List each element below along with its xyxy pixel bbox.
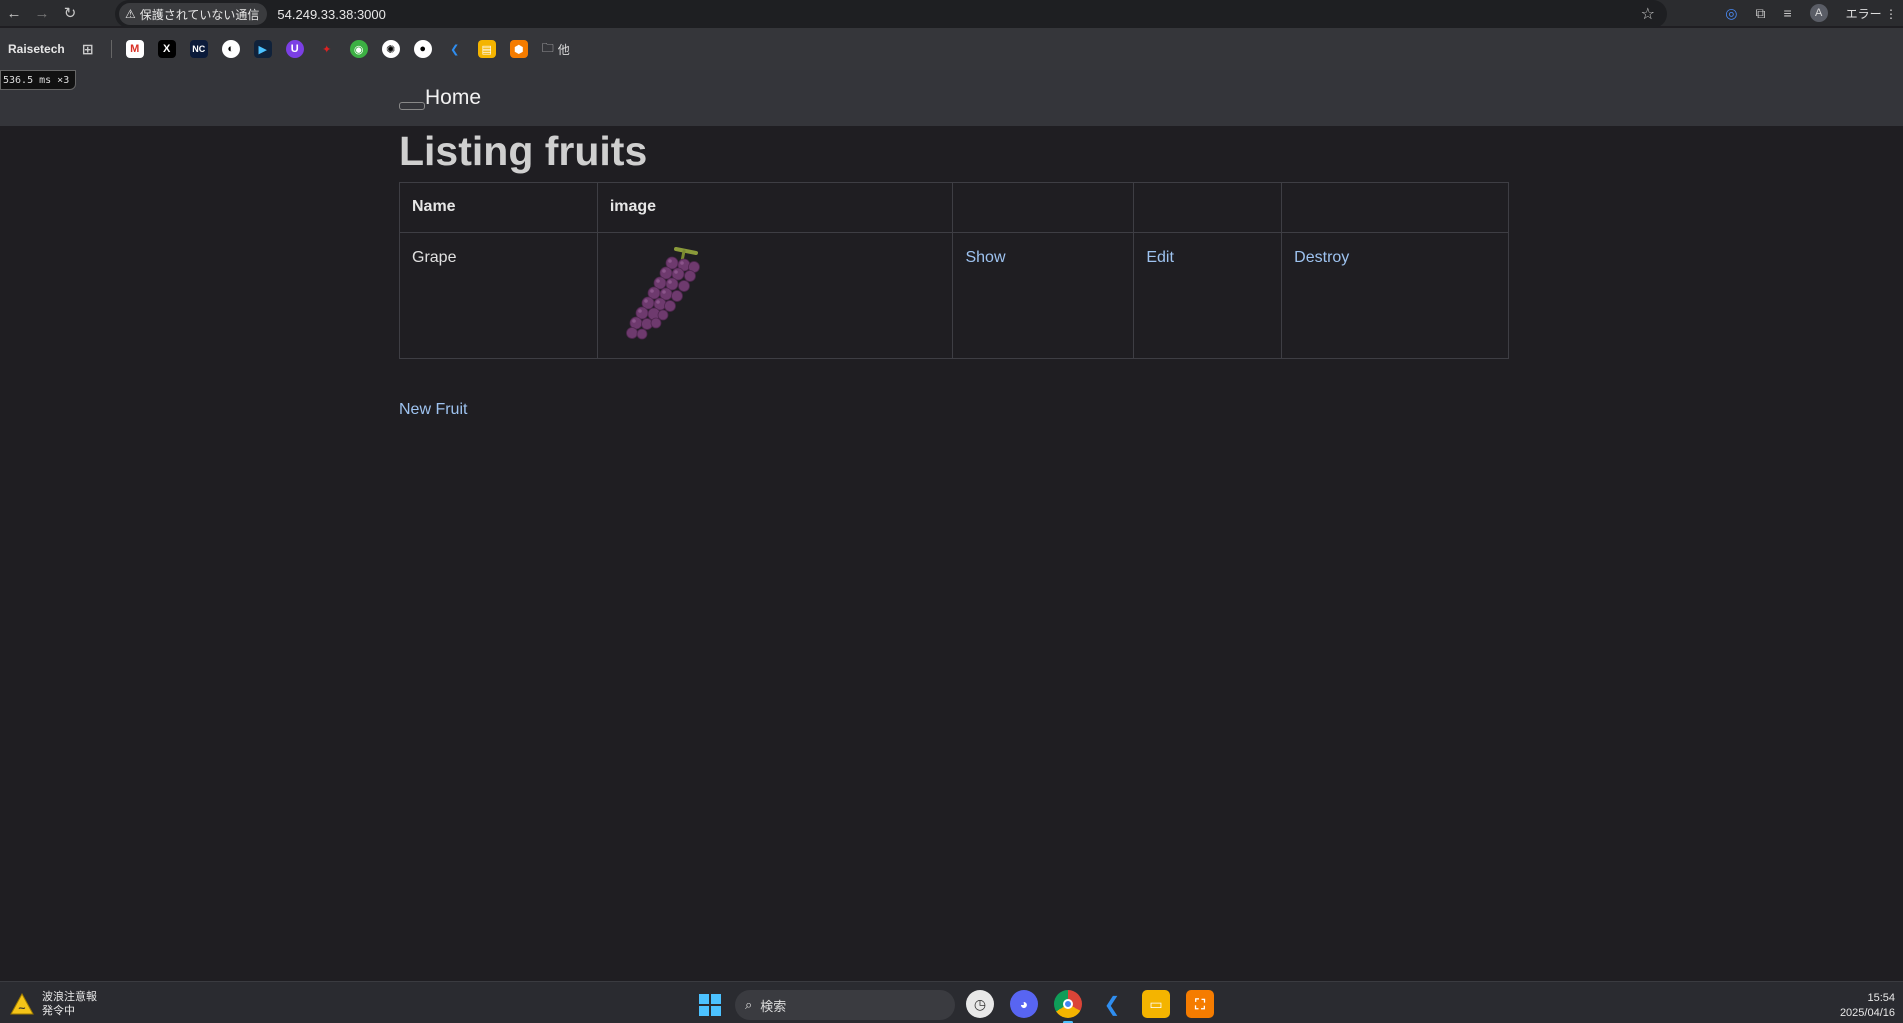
u-icon[interactable]: U bbox=[285, 40, 304, 58]
weather-title: 波浪注意報 bbox=[42, 991, 97, 1003]
gmail-icon[interactable]: M bbox=[125, 40, 144, 58]
folder-icon: 🗀 bbox=[541, 40, 554, 55]
start-tile bbox=[711, 994, 721, 1004]
prime-video-icon[interactable]: ▶ bbox=[253, 40, 272, 58]
file-explorer-icon[interactable]: ▭ bbox=[1142, 990, 1170, 1018]
column-header-destroy bbox=[1281, 182, 1509, 233]
start-tile bbox=[699, 994, 709, 1004]
destroy-cell: Destroy bbox=[1281, 232, 1509, 359]
notes-icon[interactable]: ▤ bbox=[477, 40, 496, 58]
bookmarks-bar: Raisetech ⊞ M X NC ◐ ▶ U ✦ ◉ ✺ ● ❮ ▤ ⬢ 🗀… bbox=[0, 28, 1903, 70]
weather-widget[interactable]: ~ 波浪注意報 発令中 bbox=[10, 990, 97, 1018]
bookmark-folder-label: 他 bbox=[557, 42, 570, 57]
fruit-image-cell bbox=[596, 232, 954, 359]
nav-home-link[interactable]: Home bbox=[425, 86, 481, 110]
fruit-name: Grape bbox=[412, 249, 457, 266]
vscode-icon[interactable]: ❮ bbox=[446, 40, 464, 58]
security-label: 保護されていない通信 bbox=[139, 7, 260, 22]
taskbar-clock[interactable]: 15:54 2025/04/16 bbox=[1840, 991, 1895, 1021]
media-control-icon[interactable]: ≡ bbox=[1783, 5, 1791, 21]
profile-avatar[interactable]: A bbox=[1809, 4, 1828, 22]
discord-icon[interactable]: ◕ bbox=[1010, 990, 1038, 1018]
ruby-icon[interactable]: ✦ bbox=[318, 40, 336, 58]
perf-badge: 536.5 ms ×3 bbox=[0, 70, 77, 90]
warning-triangle-icon: ~ bbox=[10, 993, 34, 1015]
weather-text: 波浪注意報 発令中 bbox=[42, 990, 97, 1018]
extensions-puzzle-icon[interactable]: ⧉ bbox=[1755, 5, 1765, 22]
network-app-icon[interactable]: ⛶ bbox=[1186, 990, 1214, 1018]
search-icon: ⌕ bbox=[745, 997, 753, 1012]
browser-right-icons: ◎ ⧉ ≡ A エラー ⋮ bbox=[1725, 0, 1903, 26]
apps-grid-icon[interactable]: ⊞ bbox=[79, 40, 97, 58]
forward-button[interactable]: → bbox=[28, 0, 56, 26]
back-button[interactable]: ← bbox=[0, 0, 28, 26]
error-label: エラー bbox=[1845, 6, 1882, 21]
new-fruit-link[interactable]: New Fruit bbox=[399, 401, 467, 419]
error-button[interactable]: エラー ⋮ bbox=[1846, 5, 1897, 22]
column-header-image: image bbox=[596, 182, 954, 233]
show-cell: Show bbox=[952, 232, 1135, 359]
svg-text:~: ~ bbox=[18, 1003, 26, 1014]
site-navbar bbox=[0, 70, 1903, 126]
bookmark-separator bbox=[110, 40, 112, 58]
openai-icon[interactable]: ✺ bbox=[381, 40, 400, 58]
clock-time: 15:54 bbox=[1867, 992, 1895, 1004]
bookmark-raisetech[interactable]: Raisetech bbox=[8, 42, 65, 56]
start-button[interactable] bbox=[699, 994, 721, 1016]
destroy-link[interactable]: Destroy bbox=[1294, 249, 1349, 266]
column-header-name: Name bbox=[399, 182, 598, 233]
x-icon[interactable]: X bbox=[157, 40, 176, 58]
weather-subtitle: 発令中 bbox=[42, 1005, 75, 1017]
fruits-table: Name image Grape Show Edit Destroy bbox=[399, 182, 1509, 359]
search-placeholder: 検索 bbox=[760, 998, 787, 1014]
fruit-name-cell: Grape bbox=[399, 232, 598, 359]
warning-icon: ⚠ bbox=[125, 7, 136, 21]
column-header-edit bbox=[1133, 182, 1283, 233]
green-circle-icon[interactable]: ◉ bbox=[349, 40, 368, 58]
start-tile bbox=[711, 1006, 721, 1016]
edit-cell: Edit bbox=[1133, 232, 1283, 359]
grape-image bbox=[625, 247, 700, 340]
bookmark-folder-other[interactable]: 🗀 他 bbox=[542, 39, 570, 60]
table-row: Grape Show Edit Destroy bbox=[399, 232, 1509, 359]
taskbar-search[interactable]: ⌕ 検索 bbox=[735, 990, 955, 1020]
pacman-icon[interactable]: ◐ bbox=[221, 40, 240, 58]
security-chip[interactable]: ⚠ 保護されていない通信 bbox=[119, 3, 268, 25]
box-icon[interactable]: ⬢ bbox=[509, 40, 528, 58]
start-tile bbox=[699, 1006, 709, 1016]
clock-date: 2025/04/16 bbox=[1839, 1007, 1895, 1019]
vscode-taskbar-icon[interactable]: ❮ bbox=[1098, 990, 1126, 1018]
nc-icon[interactable]: NC bbox=[189, 40, 208, 58]
table-header-row: Name image bbox=[399, 182, 1509, 233]
chrome-icon[interactable] bbox=[1054, 990, 1082, 1023]
edit-link[interactable]: Edit bbox=[1146, 249, 1174, 266]
address-bar[interactable]: ⚠ 保護されていない通信 54.249.33.38:3000 ☆ bbox=[115, 0, 1667, 28]
column-header-show bbox=[952, 182, 1135, 233]
navbar-toggle-button[interactable] bbox=[399, 102, 425, 110]
reload-button[interactable]: ↻ bbox=[56, 0, 84, 26]
github-icon[interactable]: ● bbox=[413, 40, 432, 58]
show-link[interactable]: Show bbox=[965, 249, 1005, 266]
taskbar: ~ 波浪注意報 発令中 ⌕ 検索 ◷ ◕ ❮ ▭ ⛶ 15:54 2025/04… bbox=[0, 981, 1903, 1023]
taskbar-apps: ◷ ◕ ❮ ▭ ⛶ bbox=[966, 990, 1214, 1023]
bookmark-star-icon[interactable]: ☆ bbox=[1641, 4, 1655, 24]
page-title: Listing fruits bbox=[399, 128, 648, 174]
clock-app-icon[interactable]: ◷ bbox=[966, 990, 994, 1018]
url-text[interactable]: 54.249.33.38:3000 bbox=[277, 7, 385, 22]
extension-icon[interactable]: ◎ bbox=[1725, 5, 1737, 22]
